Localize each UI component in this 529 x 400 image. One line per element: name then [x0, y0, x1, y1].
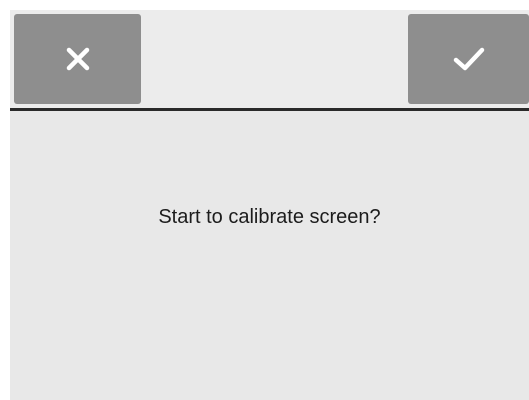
confirm-button[interactable] — [408, 14, 529, 104]
calibration-dialog: Start to calibrate screen? — [10, 10, 529, 400]
close-icon — [65, 46, 91, 72]
toolbar-divider — [10, 108, 529, 111]
checkmark-icon — [452, 45, 486, 73]
cancel-button[interactable] — [14, 14, 141, 104]
dialog-message: Start to calibrate screen? — [158, 206, 381, 228]
dialog-toolbar — [10, 10, 529, 108]
